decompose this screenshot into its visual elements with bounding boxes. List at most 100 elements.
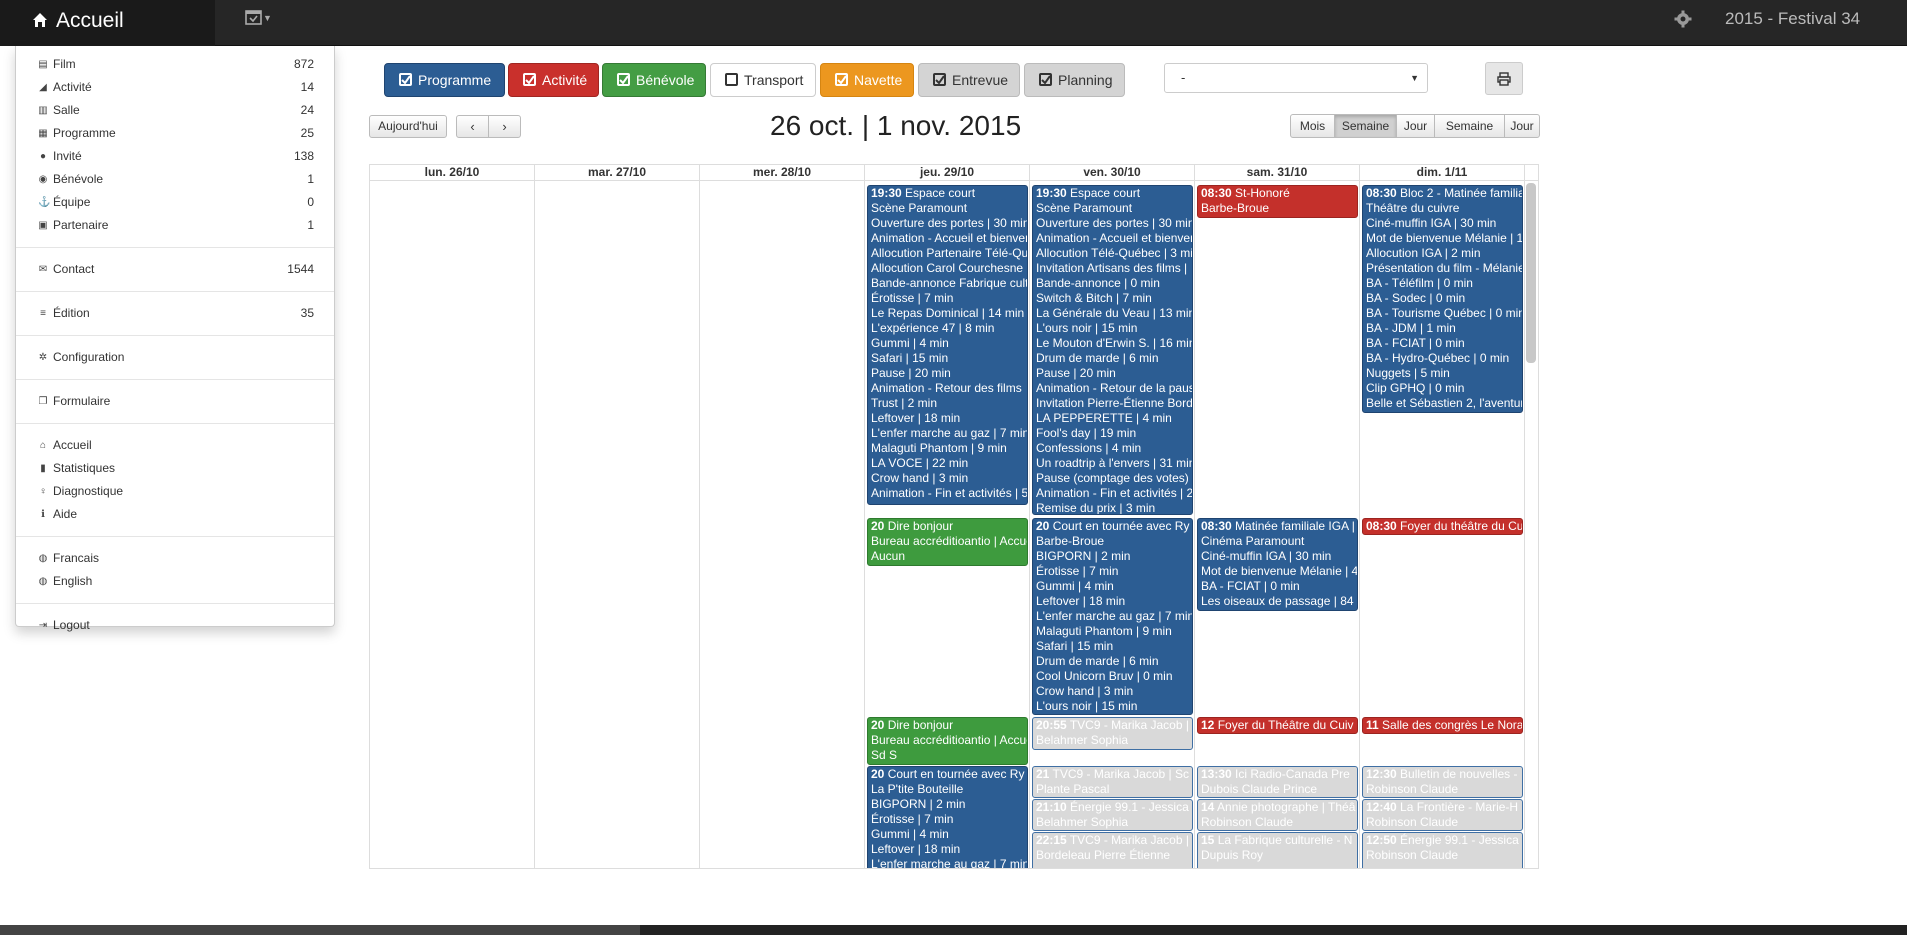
filter-button-navette[interactable]: Navette xyxy=(820,63,914,97)
calendar-event[interactable]: 19:30 Espace court Scène Paramount Ouvertu… xyxy=(1032,185,1193,515)
calendar-event[interactable]: 20 Dire bonjour Bureau accréditioantio | … xyxy=(867,518,1028,566)
filter-button-entrevue[interactable]: Entrevue xyxy=(918,63,1020,97)
users-icon: ◉ xyxy=(38,174,48,185)
day-column[interactable] xyxy=(535,181,700,868)
event-time: 12:30 xyxy=(1366,767,1397,781)
event-line: Malaguti Phantom | 9 min xyxy=(1036,624,1172,638)
menu-item-film[interactable]: ▤ Film 872 xyxy=(16,53,334,76)
event-line: Safari | 15 min xyxy=(1036,639,1114,653)
event-line: Barbe-Broue xyxy=(1036,534,1105,548)
event-line: L'enfer marche au gaz | 7 min xyxy=(871,857,1028,869)
filter-button-planning[interactable]: Planning xyxy=(1024,63,1125,97)
festival-selector[interactable]: 2015 - Festival 34 xyxy=(1725,9,1860,29)
day-column[interactable] xyxy=(700,181,865,868)
menu-item-edition[interactable]: ≡ Édition 35 xyxy=(16,302,334,325)
day-column[interactable] xyxy=(370,181,535,868)
event-line: Belle et Sébastien 2, l'aventure xyxy=(1366,396,1523,410)
print-button[interactable] xyxy=(1485,62,1523,95)
calendar-scrollbar[interactable] xyxy=(1526,183,1536,363)
menu-item-salle[interactable]: ▥ Salle 24 xyxy=(16,99,334,122)
calendar-event[interactable]: 19:30 Espace court Scène Paramount Ouvertu… xyxy=(867,185,1028,505)
menu-item-logout[interactable]: ⇥ Logout xyxy=(16,614,334,637)
anchor-icon: ⚓ xyxy=(38,197,51,208)
event-line: LA PEPPERETTE | 4 min xyxy=(1036,411,1172,425)
menu-item-programme[interactable]: ▦ Programme 25 xyxy=(16,122,334,145)
calendar-event[interactable]: 08:30 St-Honoré Barbe-Broue xyxy=(1197,185,1358,218)
calendar-event[interactable]: 15 La Fabrique culturelle - N Dupuis Roy xyxy=(1197,832,1358,868)
day-header: lun. 26/10 xyxy=(370,165,535,181)
view-button-semaine[interactable]: Semaine xyxy=(1434,114,1505,138)
next-week-button[interactable]: › xyxy=(488,115,521,138)
event-line: Érotisse | 7 min xyxy=(871,291,954,305)
view-button-mois[interactable]: Mois xyxy=(1290,114,1335,138)
calendar-event[interactable]: 08:30 Foyer du théâtre du Cuiv xyxy=(1362,518,1523,535)
event-line: Bureau accréditioantio | Accueil xyxy=(871,534,1028,548)
menu-item-formulaire[interactable]: ❐ Formulaire xyxy=(16,390,334,413)
calendar-event[interactable]: 11 Salle des congrès Le Nora xyxy=(1362,717,1523,734)
calendar-event[interactable]: 14 Annie photographe | Théâ Robinson Clau… xyxy=(1197,799,1358,831)
menu-item-count: 0 xyxy=(307,195,314,209)
calendar-event[interactable]: 20 Court en tournée avec Ry Barbe-Broue BI… xyxy=(1032,518,1193,715)
calendar-event[interactable]: 08:30 Bloc 2 - Matinée familiale Théâtre … xyxy=(1362,185,1523,413)
menu-item-bénévole[interactable]: ◉ Bénévole 1 xyxy=(16,168,334,191)
menu-item-activité[interactable]: ◢ Activité 14 xyxy=(16,76,334,99)
menu-item-contact[interactable]: ✉ Contact 1544 xyxy=(16,258,334,281)
calendar-event[interactable]: 08:30 Matinée familiale IGA | Cinéma Para… xyxy=(1197,518,1358,611)
view-button-jour[interactable]: Jour xyxy=(1504,114,1540,138)
event-header: 11 Salle des congrès Le Nora xyxy=(1366,718,1522,733)
calendar-event[interactable]: 21 TVC9 - Marika Jacob | Sc Plante Pascal xyxy=(1032,766,1193,798)
menu-item-diagnostique[interactable]: ♀ Diagnostique xyxy=(16,480,334,503)
chevron-down-icon: ▼ xyxy=(263,13,272,23)
calendar-event[interactable]: 20:55 TVC9 - Marika Jacob | Belahmer Soph… xyxy=(1032,717,1193,750)
menu-item-équipe[interactable]: ⚓ Équipe 0 xyxy=(16,191,334,214)
calendar-event[interactable]: 12:50 Énergie 99.1 - Jessica Robinson Cla… xyxy=(1362,832,1523,868)
calendar-dropdown-toggle[interactable]: ▼ xyxy=(245,8,272,28)
calendar-event[interactable]: 12:30 Bulletin de nouvelles - Robinson Cl… xyxy=(1362,766,1523,798)
menu-item-configuration[interactable]: ✲ Configuration xyxy=(16,346,334,369)
view-button-semaine[interactable]: Semaine xyxy=(1334,114,1397,138)
lightbulb-icon: ♀ xyxy=(39,486,47,497)
calendar-event[interactable]: 21:10 Énergie 99.1 - Jessica Belahmer Sop… xyxy=(1032,799,1193,831)
calendar-event[interactable]: 12 Foyer du Théâtre du Cuiv xyxy=(1197,717,1358,734)
filter-button-activite[interactable]: Activité xyxy=(508,63,599,97)
filter-button-benevole[interactable]: Bénévole xyxy=(602,63,706,97)
calendar-select[interactable]: - ▼ xyxy=(1164,63,1428,93)
event-line: L'ours noir | 15 min xyxy=(1036,321,1138,335)
view-button-jour[interactable]: Jour xyxy=(1396,114,1435,138)
menu-item-partenaire[interactable]: ▣ Partenaire 1 xyxy=(16,214,334,237)
event-line: Confessions | 4 min xyxy=(1036,441,1142,455)
menu-divider xyxy=(16,335,334,336)
home-link[interactable]: Accueil xyxy=(0,0,215,46)
filter-button-transport[interactable]: Transport xyxy=(710,63,816,97)
event-time: 14 xyxy=(1201,800,1215,814)
menu-item-invité[interactable]: ● Invité 138 xyxy=(16,145,334,168)
event-header: 19:30 Espace court xyxy=(1036,186,1189,201)
event-header: 08:30 St-Honoré xyxy=(1201,186,1354,201)
event-line: Robinson Claude xyxy=(1366,848,1459,862)
event-line: La Générale du Veau | 13 min xyxy=(1036,306,1193,320)
day-header: mar. 27/10 xyxy=(535,165,700,181)
event-title: Ici Radio-Canada Pre xyxy=(1235,767,1350,781)
menu-item-francais[interactable]: ◍ Francais xyxy=(16,547,334,570)
event-time: 15 xyxy=(1201,833,1215,847)
menu-item-statistiques[interactable]: ▮ Statistiques xyxy=(16,457,334,480)
calendar-event[interactable]: 22:15 TVC9 - Marika Jacob | Bordeleau Pie… xyxy=(1032,832,1193,868)
event-line: Trust | 2 min xyxy=(871,396,938,410)
menu-item-english[interactable]: ◍ English xyxy=(16,570,334,593)
event-line: Théâtre du cuivre xyxy=(1366,201,1460,215)
event-line: Switch & Bitch | 7 min xyxy=(1036,291,1152,305)
today-button[interactable]: Aujourd'hui xyxy=(369,115,447,138)
gear-icon[interactable] xyxy=(1674,10,1692,28)
calendar-event[interactable]: 13:30 Ici Radio-Canada Pre Dubois Claude … xyxy=(1197,766,1358,798)
prev-week-button[interactable]: ‹ xyxy=(456,115,489,138)
event-time: 08:30 xyxy=(1366,186,1397,200)
event-line: Belahmer Sophia xyxy=(1036,815,1129,829)
calendar-event[interactable]: 20 Dire bonjour Bureau accréditioantio | … xyxy=(867,717,1028,765)
calendar-event[interactable]: 20 Court en tournée avec Ry La P'tite Bou… xyxy=(867,766,1028,869)
top-navbar: Accueil ▼ 2015 - Festival 34 xyxy=(0,0,1907,46)
menu-item-aide[interactable]: ℹ Aide xyxy=(16,503,334,526)
menu-item-accueil[interactable]: ⌂ Accueil xyxy=(16,434,334,457)
filter-button-programme[interactable]: Programme xyxy=(384,63,505,97)
event-title: Salle des congrès Le Nora xyxy=(1382,718,1523,732)
calendar-event[interactable]: 12:40 La Frontière - Marie-H Robinson Cla… xyxy=(1362,799,1523,831)
